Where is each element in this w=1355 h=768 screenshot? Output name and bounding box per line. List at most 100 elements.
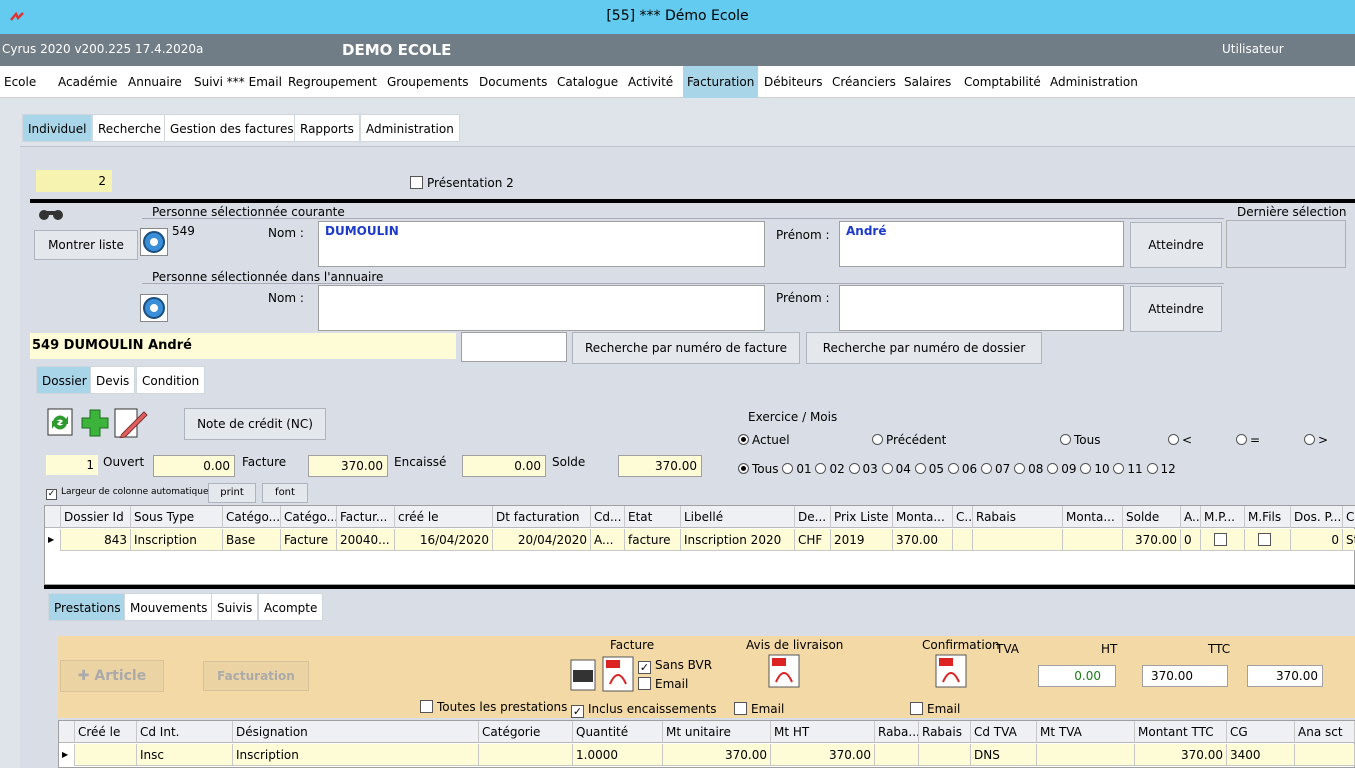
current-goto-button[interactable]: Atteindre xyxy=(1130,222,1222,268)
col-quantite[interactable]: Quantité xyxy=(573,721,663,743)
presentation2-checkbox[interactable]: Présentation 2 xyxy=(410,176,514,190)
menu-academie[interactable]: Académie xyxy=(54,66,121,98)
tab-dossier[interactable]: Dossier xyxy=(36,366,93,394)
col-mt-unitaire[interactable]: Mt unitaire xyxy=(663,721,771,743)
col-libelle[interactable]: Libellé xyxy=(681,506,795,528)
col-mp[interactable]: M.P... xyxy=(1201,506,1245,528)
sans-bvr-checkbox[interactable]: ✓ Sans BVR xyxy=(638,658,712,674)
col-solde[interactable]: Solde xyxy=(1123,506,1181,528)
col-dos-p[interactable]: Dos. P... xyxy=(1291,506,1343,528)
radio-month-02[interactable]: 02 xyxy=(815,462,845,476)
menu-suivi-email[interactable]: Suivi *** Email xyxy=(190,66,286,98)
annuaire-prenom-field[interactable] xyxy=(839,285,1124,331)
col-cg[interactable]: CG xyxy=(1227,721,1295,743)
radio-month-01[interactable]: 01 xyxy=(782,462,812,476)
tab-recherche[interactable]: Recherche xyxy=(92,114,168,142)
menu-comptabilite[interactable]: Comptabilité xyxy=(960,66,1045,98)
email-checkbox[interactable]: Email xyxy=(638,677,688,691)
menu-creanciers[interactable]: Créanciers xyxy=(828,66,900,98)
menu-groupements[interactable]: Groupements xyxy=(383,66,473,98)
radio-month-04[interactable]: 04 xyxy=(881,462,911,476)
annuaire-goto-button[interactable]: Atteindre xyxy=(1130,286,1222,332)
auto-width-checkbox[interactable]: ✓ Largeur de colonne automatique xyxy=(46,487,209,500)
menu-administration[interactable]: Administration xyxy=(1046,66,1142,98)
table-row[interactable]: ▶ 843 Inscription Base Facture 20040... … xyxy=(45,529,1355,551)
col-categorie2[interactable]: Catégo... xyxy=(281,506,337,528)
current-prenom-field[interactable]: André xyxy=(839,221,1124,267)
tab-mouvements[interactable]: Mouvements xyxy=(124,593,214,621)
col-c[interactable]: C.. xyxy=(953,506,973,528)
col-cd[interactable]: Cd... xyxy=(591,506,625,528)
menu-documents[interactable]: Documents xyxy=(475,66,551,98)
confirmation-email-checkbox[interactable]: Email xyxy=(910,702,960,716)
tab-individuel[interactable]: Individuel xyxy=(22,114,93,142)
col-prix-liste[interactable]: Prix Liste xyxy=(831,506,893,528)
last-selection-box[interactable] xyxy=(1226,220,1346,268)
col-montant2[interactable]: Monta... xyxy=(1063,506,1123,528)
search-annuaire-icon[interactable] xyxy=(140,294,168,322)
current-nom-field[interactable]: DUMOULIN xyxy=(318,221,765,267)
col-a[interactable]: A.. xyxy=(1181,506,1201,528)
radio-greater[interactable]: > xyxy=(1304,433,1328,447)
menu-facturation[interactable]: Facturation xyxy=(683,66,759,98)
radio-actuel[interactable]: Actuel xyxy=(738,433,790,447)
edit-pencil-icon[interactable] xyxy=(114,408,148,438)
tab-prestations[interactable]: Prestations xyxy=(48,593,127,621)
table-row[interactable]: ▶ Insc Inscription 1.0000 370.00 370.00 … xyxy=(59,744,1355,766)
tab-acompte[interactable]: Acompte xyxy=(258,593,324,621)
tab-rapports[interactable]: Rapports xyxy=(294,114,360,142)
radio-month-12[interactable]: 12 xyxy=(1146,462,1176,476)
user-label[interactable]: Utilisateur xyxy=(1222,42,1284,56)
invoice-number-input[interactable] xyxy=(461,332,567,362)
radio-precedent[interactable]: Précédent xyxy=(872,433,946,447)
search-invoice-button[interactable]: Recherche par numéro de facture xyxy=(572,332,800,364)
credit-note-button[interactable]: Note de crédit (NC) xyxy=(184,408,326,440)
col-designation[interactable]: Désignation xyxy=(233,721,479,743)
pdf-icon[interactable] xyxy=(935,654,967,688)
col-mt-ht[interactable]: Mt HT xyxy=(771,721,875,743)
mfils-checkbox[interactable] xyxy=(1258,533,1271,546)
tab-devis[interactable]: Devis xyxy=(90,366,136,394)
menu-annuaire[interactable]: Annuaire xyxy=(124,66,186,98)
tab-suivis[interactable]: Suivis xyxy=(211,593,259,621)
inclus-encaissements-checkbox[interactable]: ✓ Inclus encaissements xyxy=(571,702,717,718)
binoculars-icon[interactable] xyxy=(36,207,66,221)
radio-month-08[interactable]: 08 xyxy=(1014,462,1043,476)
col-cal[interactable]: Cal... xyxy=(1343,506,1355,528)
radio-less[interactable]: < xyxy=(1168,433,1192,447)
add-article-button[interactable]: ✚ Article xyxy=(60,660,164,692)
add-icon[interactable] xyxy=(80,408,110,438)
search-dossier-button[interactable]: Recherche par numéro de dossier xyxy=(806,332,1042,364)
radio-month-tous[interactable]: Tous xyxy=(738,462,779,476)
menu-catalogue[interactable]: Catalogue xyxy=(553,66,622,98)
pdf-icon[interactable] xyxy=(602,656,634,692)
radio-equal[interactable]: = xyxy=(1236,433,1260,447)
avis-email-checkbox[interactable]: Email xyxy=(734,702,784,716)
tab-sub-administration[interactable]: Administration xyxy=(360,114,460,142)
menu-regroupement[interactable]: Regroupement xyxy=(284,66,381,98)
col-montant-ttc[interactable]: Montant TTC xyxy=(1135,721,1227,743)
col-cd-tva[interactable]: Cd TVA xyxy=(971,721,1037,743)
col-dt-facturation[interactable]: Dt facturation xyxy=(493,506,591,528)
col-rabais[interactable]: Rabais xyxy=(919,721,971,743)
col-mfils[interactable]: M.Fils xyxy=(1245,506,1291,528)
mp-checkbox[interactable] xyxy=(1214,533,1227,546)
col-facture[interactable]: Factur... xyxy=(337,506,395,528)
all-prestations-checkbox[interactable]: Toutes les prestations xyxy=(420,700,567,714)
annuaire-nom-field[interactable] xyxy=(318,285,765,331)
radio-month-09[interactable]: 09 xyxy=(1047,462,1076,476)
print-button[interactable]: print xyxy=(208,483,256,503)
col-raba[interactable]: Raba... xyxy=(875,721,919,743)
menu-salaires[interactable]: Salaires xyxy=(900,66,955,98)
col-devise[interactable]: De... xyxy=(795,506,831,528)
radio-month-03[interactable]: 03 xyxy=(848,462,878,476)
col-rabais[interactable]: Rabais xyxy=(973,506,1063,528)
search-person-icon[interactable] xyxy=(140,228,168,256)
col-cd-int[interactable]: Cd Int. xyxy=(137,721,233,743)
menu-debiteurs[interactable]: Débiteurs xyxy=(760,66,826,98)
col-mt-tva[interactable]: Mt TVA xyxy=(1037,721,1135,743)
menu-activite[interactable]: Activité xyxy=(624,66,677,98)
font-button[interactable]: font xyxy=(262,483,308,503)
show-list-button[interactable]: Montrer liste xyxy=(34,230,138,260)
col-categorie1[interactable]: Catégo... xyxy=(223,506,281,528)
